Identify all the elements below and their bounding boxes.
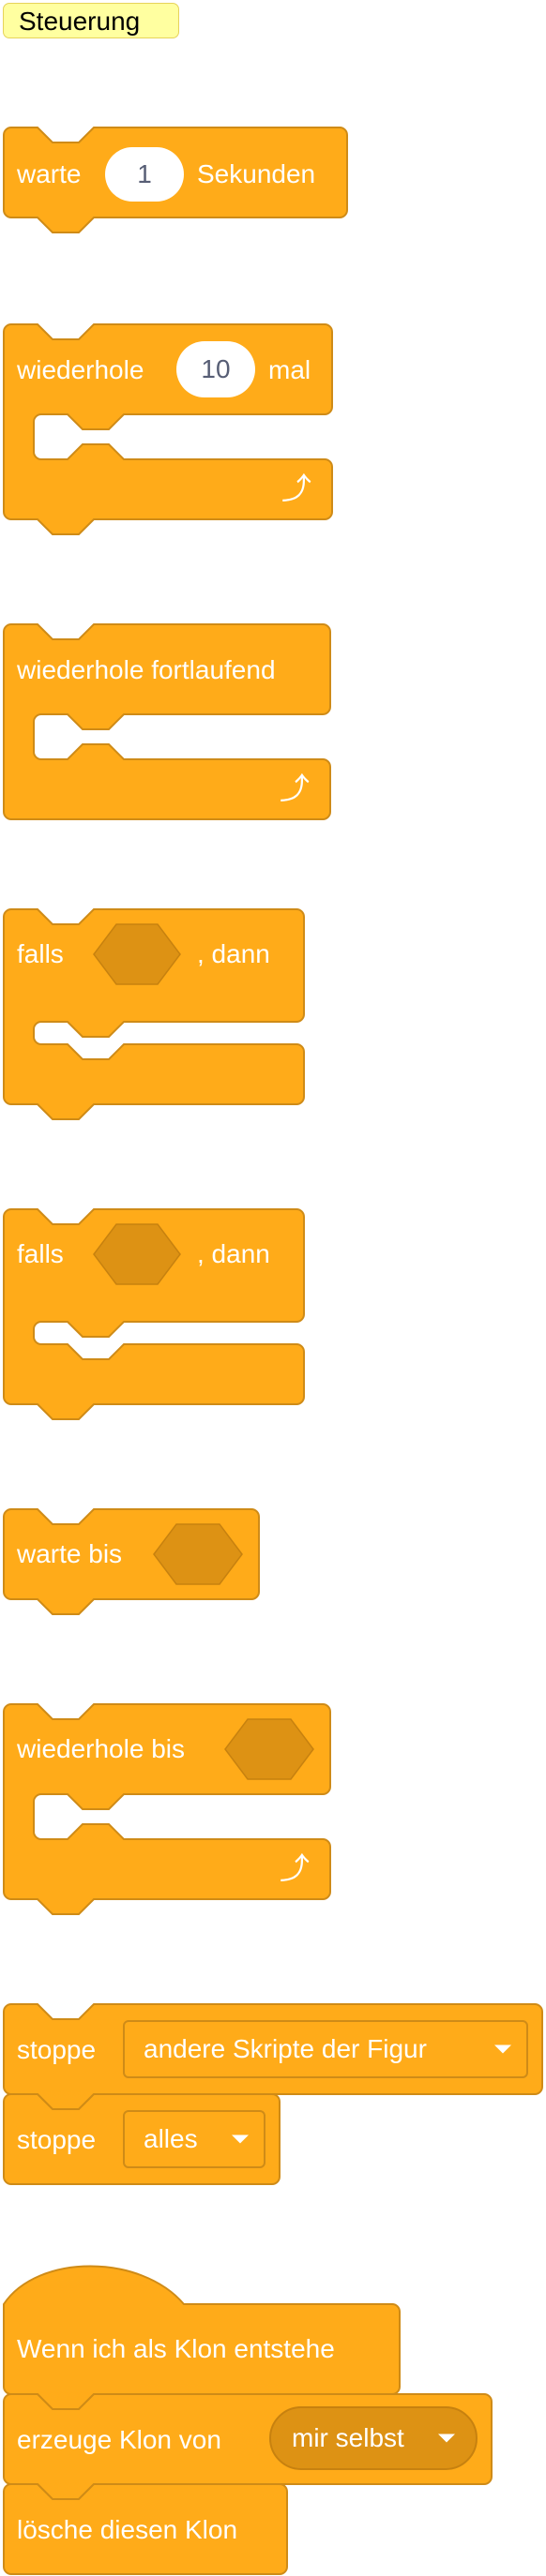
if-label: falls — [17, 1239, 64, 1268]
stop-option-value: alles — [144, 2124, 198, 2153]
repeat-label: wiederhole — [17, 355, 144, 384]
create-clone-label: erzeuge Klon von — [17, 2425, 221, 2454]
stop-label: stoppe — [17, 2125, 97, 2154]
wait-label: warte — [17, 159, 82, 188]
seconds-input[interactable]: 1 — [105, 147, 184, 202]
dropdown-arrow-icon — [232, 2134, 249, 2144]
repeat-times-label: mal — [268, 355, 311, 384]
stop-label: stoppe — [17, 2035, 97, 2064]
clone-target-dropdown[interactable]: mir selbst — [269, 2406, 478, 2470]
clone-target-value: mir selbst — [292, 2423, 404, 2452]
then-label: , dann — [197, 939, 270, 968]
block-shapes — [3, 127, 543, 2575]
stop-option-dropdown[interactable]: andere Skripte der Figur — [123, 2020, 528, 2078]
delete-clone-label: lösche diesen Klon — [17, 2515, 238, 2544]
dropdown-arrow-icon — [494, 2044, 511, 2054]
loop-arrow-icon: ⤴ — [280, 1851, 311, 1885]
loop-arrow-icon: ⤴ — [280, 771, 311, 805]
stop-option-dropdown[interactable]: alles — [123, 2110, 265, 2168]
seconds-label: Sekunden — [197, 159, 316, 188]
stop-option-value: andere Skripte der Figur — [144, 2034, 427, 2063]
then-label: , dann — [197, 1239, 270, 1268]
repeat-count-input[interactable]: 10 — [176, 341, 255, 397]
loop-arrow-icon: ⤴ — [281, 472, 312, 505]
clone-hat-label: Wenn ich als Klon entstehe — [17, 2334, 335, 2363]
if-label: falls — [17, 939, 64, 968]
dropdown-arrow-icon — [438, 2434, 455, 2443]
wait-until-label: warte bis — [17, 1539, 123, 1568]
repeat-until-label: wiederhole bis — [17, 1734, 185, 1763]
forever-label: wiederhole fortlaufend — [17, 655, 276, 684]
